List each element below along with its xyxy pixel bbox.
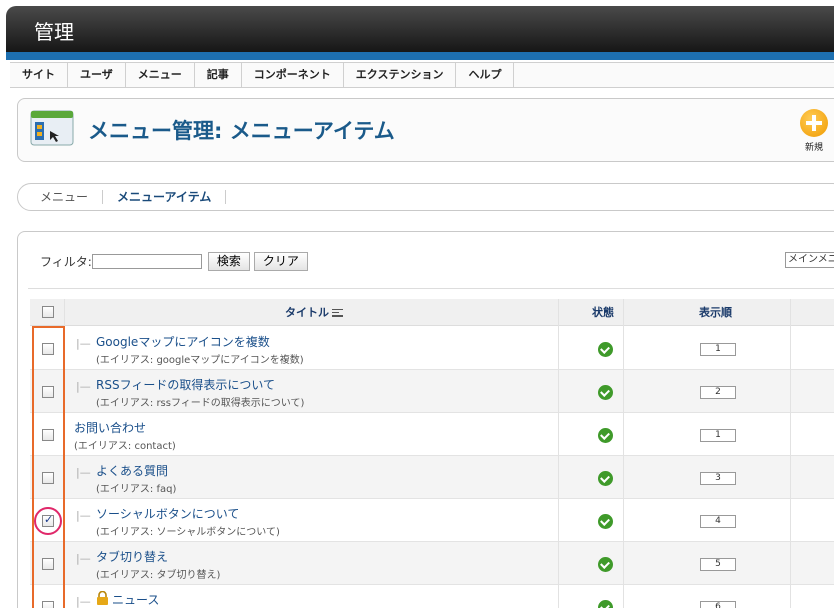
order-input[interactable]: 5 [700, 558, 736, 571]
menu-components[interactable]: コンポーネント [242, 63, 344, 87]
item-title-link[interactable]: RSSフィードの取得表示について [96, 376, 275, 393]
row-checkbox[interactable] [42, 386, 54, 398]
item-title-link[interactable]: Googleマップにアイコンを複数 [96, 333, 270, 350]
menu-extensions[interactable]: エクステンション [344, 63, 457, 87]
page-title: メニュー管理: メニューアイテム [88, 119, 395, 143]
published-check-icon[interactable] [598, 600, 613, 608]
row-checkbox[interactable] [42, 558, 54, 570]
table-row: |— ソーシャルボタンについて (エイリアス: ソーシャルボタンについて) 4 [30, 499, 834, 542]
main-menubar: サイト ユーザ メニュー 記事 コンポーネント エクステンション ヘルプ [10, 62, 834, 88]
list-panel: フィルタ: 検索 クリア メインメニュー タイトル 状態 表示順 |— Goog… [17, 231, 834, 608]
published-check-icon[interactable] [598, 514, 613, 529]
item-alias: (エイリアス: rssフィードの取得表示について) [96, 398, 305, 409]
plus-circle-icon [800, 109, 828, 137]
row-checkbox[interactable] [42, 601, 54, 608]
admin-title: 管理 [34, 20, 74, 44]
menu-site[interactable]: サイト [10, 63, 68, 87]
filter-row: フィルタ: 検索 クリア [40, 252, 312, 271]
table-row: |— よくある質問 (エイリアス: faq) 3 [30, 456, 834, 499]
item-alias: (エイリアス: タブ切り替え) [96, 570, 221, 581]
item-title-link[interactable]: ニュース [112, 591, 159, 608]
lock-icon [97, 591, 108, 605]
order-input[interactable]: 1 [700, 429, 736, 442]
menu-help[interactable]: ヘルプ [456, 63, 515, 87]
item-alias: (エイリアス: ソーシャルボタンについて) [96, 527, 280, 538]
filter-label: フィルタ: [40, 255, 92, 269]
column-separator [790, 299, 791, 608]
column-header-title-label: タイトル [285, 306, 329, 319]
item-title-link[interactable]: お問い合わせ [74, 419, 146, 436]
select-all-checkbox[interactable] [42, 306, 54, 318]
tree-indent: |— [76, 380, 91, 393]
order-input[interactable]: 2 [700, 386, 736, 399]
clear-button[interactable]: クリア [253, 252, 308, 271]
column-separator [623, 299, 624, 608]
published-check-icon[interactable] [598, 557, 613, 572]
filter-input[interactable] [91, 254, 202, 269]
table-row: |— Googleマップにアイコンを複数 (エイリアス: googleマップにア… [30, 327, 834, 370]
menu-articles[interactable]: 記事 [195, 63, 242, 87]
divider [28, 288, 834, 289]
item-title-link[interactable]: タブ切り替え [96, 548, 168, 565]
table-row: |— RSSフィードの取得表示について (エイリアス: rssフィードの取得表示… [30, 370, 834, 413]
tree-indent: |— [76, 509, 91, 522]
row-checkbox[interactable] [42, 429, 54, 441]
new-button[interactable]: 新規 [794, 109, 834, 155]
admin-header: 管理 [6, 6, 834, 54]
published-check-icon[interactable] [598, 428, 613, 443]
table-row: |— ニュース 6 [30, 585, 834, 608]
item-alias: (エイリアス: contact) [74, 441, 176, 452]
column-separator [558, 299, 559, 608]
search-button[interactable]: 検索 [207, 252, 250, 271]
item-alias: (エイリアス: googleマップにアイコンを複数) [96, 355, 304, 366]
item-title-link[interactable]: よくある質問 [96, 462, 168, 479]
menu-menus[interactable]: メニュー [126, 63, 195, 87]
column-header-title[interactable]: タイトル [285, 299, 343, 326]
column-separator [64, 299, 65, 608]
order-input[interactable]: 4 [700, 515, 736, 528]
row-checkbox[interactable] [42, 513, 54, 527]
column-header-status[interactable]: 状態 [592, 299, 614, 326]
menu-manager-icon [30, 110, 74, 146]
column-header-order[interactable]: 表示順 [699, 299, 732, 326]
toolbar-box: メニュー管理: メニューアイテム 新規 [17, 98, 834, 162]
order-input[interactable]: 1 [700, 343, 736, 356]
menu-users[interactable]: ユーザ [68, 63, 126, 87]
published-check-icon[interactable] [598, 385, 613, 400]
order-input[interactable]: 6 [700, 601, 736, 608]
row-checkbox[interactable] [42, 343, 54, 355]
order-input[interactable]: 3 [700, 472, 736, 485]
header-accent-bar [6, 52, 834, 60]
tree-indent: |— [76, 552, 91, 565]
sort-icon [332, 309, 343, 317]
submenu-tabs: メニュー メニューアイテム [17, 183, 834, 211]
tree-indent: |— [76, 337, 91, 350]
item-title-link[interactable]: ソーシャルボタンについて [96, 505, 239, 522]
item-alias: (エイリアス: faq) [96, 484, 177, 495]
table-row: お問い合わせ (エイリアス: contact) 1 [30, 413, 834, 456]
published-check-icon[interactable] [598, 471, 613, 486]
tree-indent: |— [76, 595, 91, 608]
menu-type-select[interactable]: メインメニュー [785, 252, 834, 268]
table-row: |— タブ切り替え (エイリアス: タブ切り替え) 5 [30, 542, 834, 585]
tab-menu-items[interactable]: メニューアイテム [117, 190, 227, 204]
new-button-label: 新規 [804, 143, 823, 153]
tree-indent: |— [76, 466, 91, 479]
table-header: タイトル 状態 表示順 [30, 299, 834, 326]
published-check-icon[interactable] [598, 342, 613, 357]
row-checkbox[interactable] [42, 472, 54, 484]
tab-menus[interactable]: メニュー [40, 190, 104, 204]
